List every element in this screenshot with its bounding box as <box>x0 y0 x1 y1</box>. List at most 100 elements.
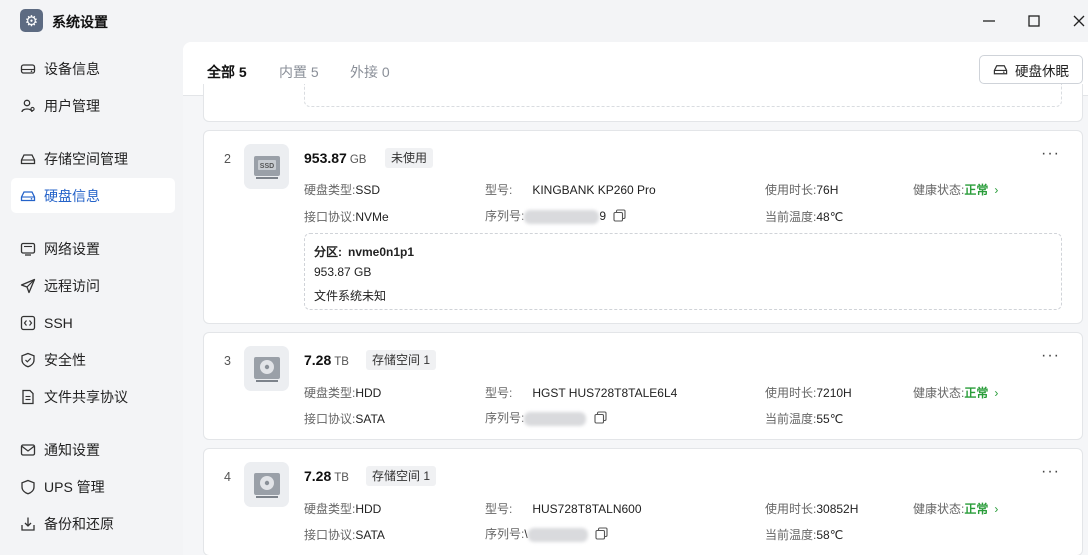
tab-internal[interactable]: 内置 5 <box>279 62 319 82</box>
chevron-right-icon: › <box>994 502 999 516</box>
disk-health[interactable]: 健康状态:正常 › <box>913 384 998 401</box>
disk-uptime: 使用时长:30852H <box>765 502 859 516</box>
disk-capacity: 953.87 GB <box>304 150 367 166</box>
disk-model: 型号: KINGBANK KP260 Pro <box>485 183 656 197</box>
sidebar-item-storage[interactable]: 存储空间管理 <box>11 141 175 176</box>
disk-uptime: 使用时长:76H <box>765 183 839 197</box>
disk-serial: 序列号:\ <box>485 525 608 543</box>
sidebar-item-notifications[interactable]: 通知设置 <box>11 432 175 467</box>
sidebar-item-file-sharing[interactable]: 文件共享协议 <box>11 379 175 414</box>
sidebar-item-remote-access[interactable]: 远程访问 <box>11 268 175 303</box>
disk-interface: 接口协议:NVMe <box>304 210 389 224</box>
disk-serial: 序列号: 9 <box>485 207 626 225</box>
more-options-button[interactable]: ··· <box>1041 145 1060 163</box>
disk-serial: 序列号: <box>485 409 607 427</box>
sidebar-item-label: 设备信息 <box>44 60 100 77</box>
partition-name: 分区: nvme0n1p1 <box>314 245 415 259</box>
close-icon <box>1073 15 1085 27</box>
window-title: 系统设置 <box>52 14 108 30</box>
tab-external[interactable]: 外接 0 <box>350 62 390 82</box>
disk-type: 硬盘类型:HDD <box>304 502 382 516</box>
file-icon <box>20 389 36 405</box>
hdd-icon <box>244 462 289 507</box>
sidebar-item-label: SSH <box>44 314 73 331</box>
disk-type: 硬盘类型:HDD <box>304 386 382 400</box>
main-panel: 全部 5 内置 5 外接 0 硬盘休眠 2 SSD 953.87 GB 未使用 ·… <box>183 42 1088 555</box>
maximize-button[interactable] <box>1021 8 1047 34</box>
sidebar-item-security[interactable]: 安全性 <box>11 342 175 377</box>
minimize-button[interactable] <box>976 8 1002 34</box>
disk-icon <box>20 188 36 204</box>
disk-index: 2 <box>224 152 231 166</box>
partition-filesystem: 文件系统未知 <box>314 289 387 303</box>
storage-pool-badge: 存储空间 1 <box>366 350 437 370</box>
more-options-button[interactable]: ··· <box>1041 347 1060 365</box>
sidebar: 设备信息 用户管理 存储空间管理 硬盘信息 网络设置 远程访问 SSH 安全性 … <box>0 42 183 555</box>
close-button[interactable] <box>1066 8 1088 34</box>
disk-type: 硬盘类型:SSD <box>304 183 381 197</box>
settings-gear-icon: ⚙ <box>20 9 43 32</box>
disk-card-1-partial <box>203 84 1083 122</box>
sidebar-item-backup[interactable]: 备份和还原 <box>11 506 175 541</box>
copy-icon[interactable] <box>594 411 607 427</box>
disk-index: 4 <box>224 470 231 484</box>
sidebar-item-users[interactable]: 用户管理 <box>11 88 175 123</box>
disk-icon <box>993 65 1008 75</box>
disk-card: 3 7.28 TB 存储空间 1 ··· 硬盘类型:HDD 接口协议:SATA 型… <box>203 332 1083 440</box>
disk-capacity: 7.28 TB <box>304 352 349 368</box>
disk-uptime: 使用时长:7210H <box>765 386 852 400</box>
copy-icon[interactable] <box>613 209 626 225</box>
disk-model: 型号: HGST HUS728T8TALE6L4 <box>485 386 678 400</box>
disk-health[interactable]: 健康状态:正常 › <box>913 500 998 517</box>
sidebar-item-label: 远程访问 <box>44 277 100 294</box>
disk-card: 2 SSD 953.87 GB 未使用 ··· 硬盘类型:SSD 接口协议:NVM… <box>203 130 1083 324</box>
sidebar-item-label: 文件共享协议 <box>44 388 128 405</box>
partition-size: 953.87 GB <box>314 265 372 279</box>
ups-shield-icon <box>20 479 36 495</box>
disk-index: 3 <box>224 354 231 368</box>
sidebar-item-disk-info[interactable]: 硬盘信息 <box>11 178 175 213</box>
terminal-icon <box>20 315 36 331</box>
disk-card: 4 7.28 TB 存储空间 1 ··· 硬盘类型:HDD 接口协议:SATA 型… <box>203 448 1083 555</box>
sidebar-item-label: 通知设置 <box>44 441 100 458</box>
more-options-button[interactable]: ··· <box>1041 463 1060 481</box>
shield-icon <box>20 352 36 368</box>
sidebar-item-ssh[interactable]: SSH <box>11 305 175 340</box>
partition-box-partial <box>304 84 1062 107</box>
minimize-icon <box>983 20 995 22</box>
mail-icon <box>20 442 36 458</box>
disk-sleep-button[interactable]: 硬盘休眠 <box>979 55 1083 84</box>
svg-text:SSD: SSD <box>259 163 273 170</box>
sidebar-item-device-info[interactable]: 设备信息 <box>11 51 175 86</box>
partition-box: 分区: nvme0n1p1 953.87 GB 文件系统未知 <box>304 233 1062 310</box>
sidebar-item-network[interactable]: 网络设置 <box>11 231 175 266</box>
sidebar-item-label: 存储空间管理 <box>44 150 128 167</box>
hdd-icon <box>244 346 289 391</box>
sidebar-item-label: 硬盘信息 <box>44 187 100 204</box>
title-bar: ⚙ 系统设置 <box>0 0 1088 42</box>
sidebar-item-label: UPS 管理 <box>44 478 105 495</box>
tab-all[interactable]: 全部 5 <box>207 62 247 82</box>
storage-pool-badge: 存储空间 1 <box>366 466 437 486</box>
chevron-right-icon: › <box>994 183 999 197</box>
copy-icon[interactable] <box>595 527 608 543</box>
disk-health[interactable]: 健康状态:正常 › <box>913 181 998 198</box>
storage-icon <box>20 151 36 167</box>
disk-capacity: 7.28 TB <box>304 468 349 484</box>
maximize-icon <box>1028 15 1040 27</box>
monitor-icon <box>20 241 36 257</box>
disk-interface: 接口协议:SATA <box>304 412 385 426</box>
sidebar-item-label: 备份和还原 <box>44 515 114 532</box>
disk-interface: 接口协议:SATA <box>304 528 385 542</box>
send-icon <box>20 278 36 294</box>
sidebar-item-label: 用户管理 <box>44 97 100 114</box>
sidebar-item-label: 安全性 <box>44 351 86 368</box>
drive-icon <box>20 61 36 77</box>
users-icon <box>20 98 36 114</box>
disk-temperature: 当前温度:55℃ <box>765 412 844 426</box>
status-badge: 未使用 <box>385 148 434 168</box>
disk-temperature: 当前温度:58℃ <box>765 528 844 542</box>
disk-model: 型号: HUS728T8TALN600 <box>485 502 642 516</box>
sidebar-item-ups[interactable]: UPS 管理 <box>11 469 175 504</box>
backup-icon <box>20 516 36 532</box>
